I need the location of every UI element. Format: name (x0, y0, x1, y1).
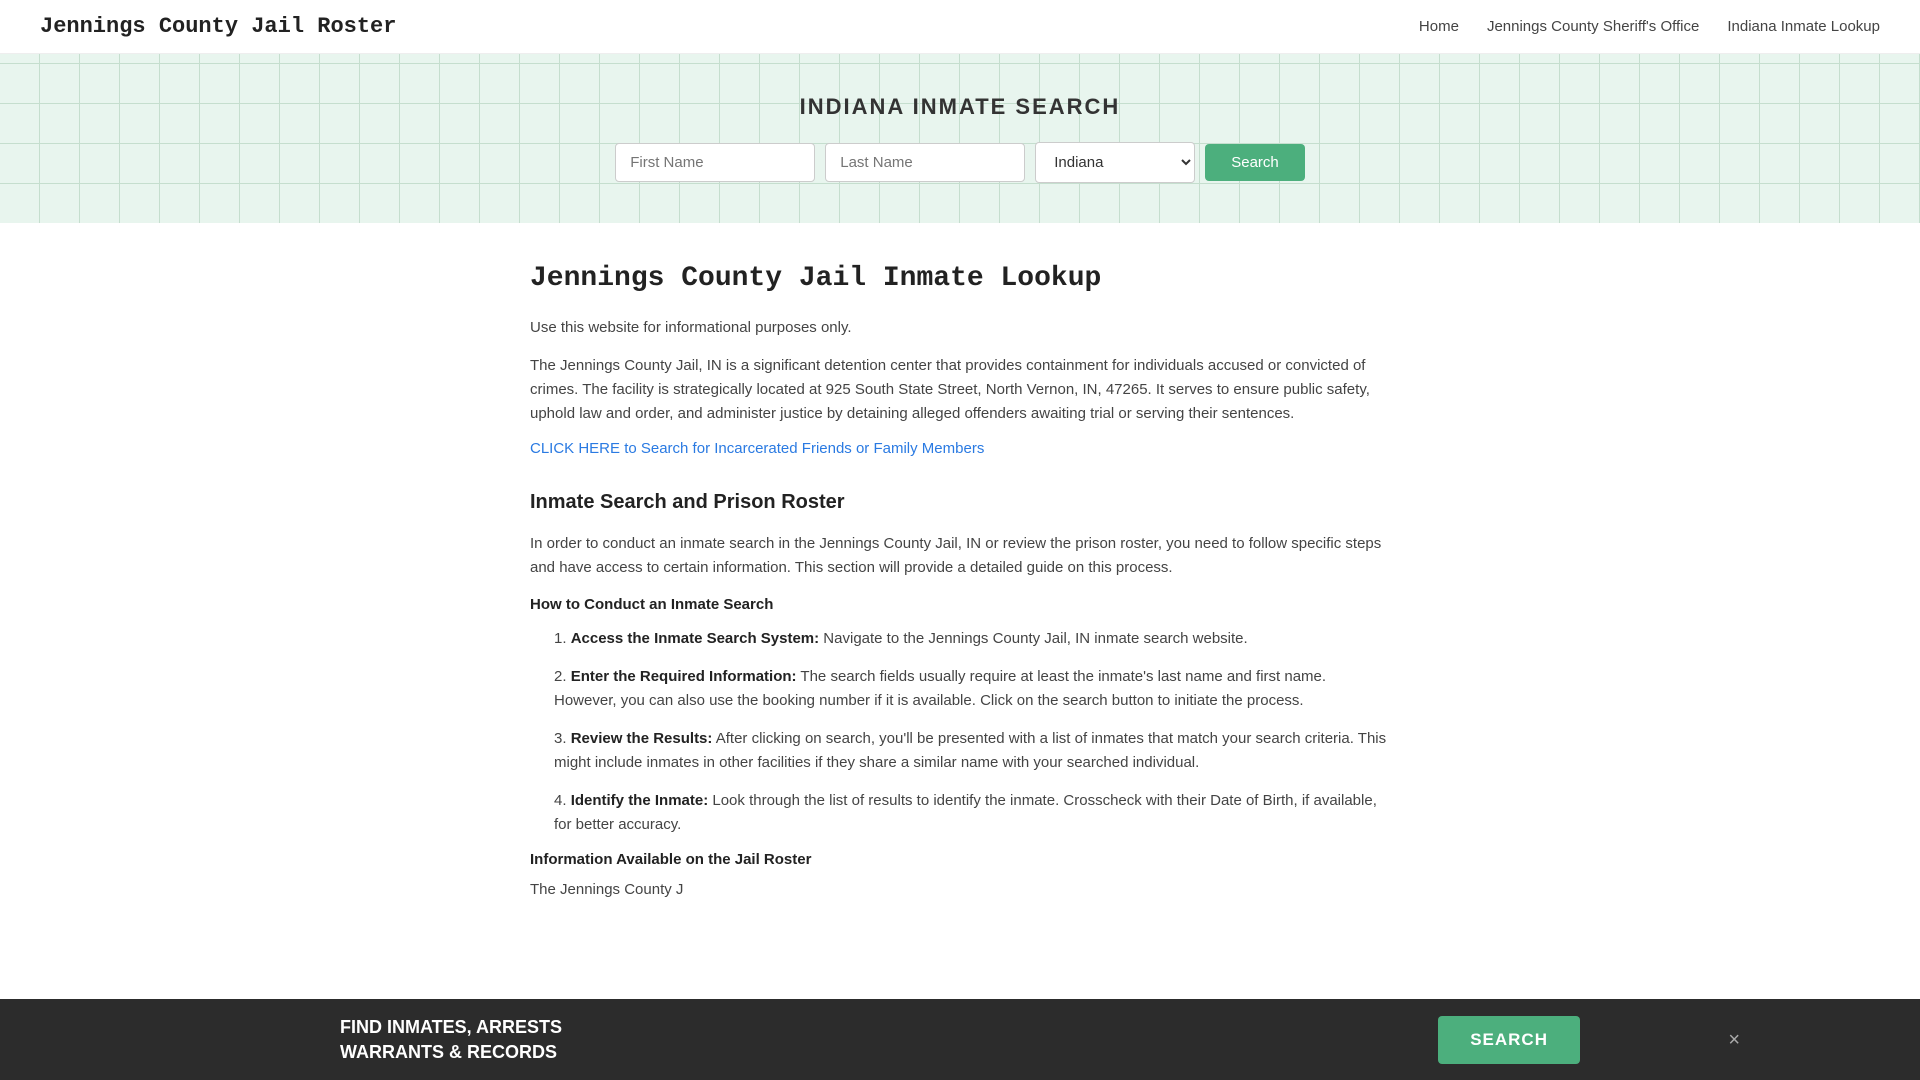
close-banner-button[interactable]: × (1728, 1030, 1740, 1050)
navbar: Jennings County Jail Roster Home Jenning… (0, 0, 1920, 54)
info-paragraph: The Jennings County J (530, 878, 1390, 902)
state-select[interactable]: AlabamaAlaskaArizonaArkansasCaliforniaCo… (1035, 142, 1195, 183)
steps-list: Access the Inmate Search System: Navigat… (550, 627, 1390, 837)
first-name-input[interactable] (615, 143, 815, 182)
bottom-banner-line1: FIND INMATES, ARRESTS (340, 1015, 562, 1039)
section1-paragraph: In order to conduct an inmate search in … (530, 532, 1390, 580)
hero-title: INDIANA INMATE SEARCH (800, 94, 1121, 120)
info-heading: Information Available on the Jail Roster (530, 851, 1390, 868)
last-name-input[interactable] (825, 143, 1025, 182)
section1-heading: Inmate Search and Prison Roster (530, 491, 1390, 514)
site-title[interactable]: Jennings County Jail Roster (40, 14, 396, 39)
step-2: Enter the Required Information: The sear… (550, 665, 1390, 713)
search-button[interactable]: Search (1205, 144, 1305, 181)
main-content: Jennings County Jail Inmate Lookup Use t… (510, 223, 1410, 992)
step-3: Review the Results: After clicking on se… (550, 727, 1390, 775)
page-heading: Jennings County Jail Inmate Lookup (530, 263, 1390, 294)
steps-heading: How to Conduct an Inmate Search (530, 596, 1390, 613)
step-1: Access the Inmate Search System: Navigat… (550, 627, 1390, 651)
incarcerated-search-link[interactable]: CLICK HERE to Search for Incarcerated Fr… (530, 440, 984, 457)
step-4: Identify the Inmate: Look through the li… (550, 789, 1390, 837)
bottom-banner-text: FIND INMATES, ARRESTS WARRANTS & RECORDS (340, 1015, 562, 1064)
step-1-bold: Access the Inmate Search System: (571, 630, 819, 647)
intro-note: Use this website for informational purpo… (530, 316, 1390, 340)
nav-inmate-lookup[interactable]: Indiana Inmate Lookup (1727, 18, 1880, 35)
inmate-search-form: AlabamaAlaskaArizonaArkansasCaliforniaCo… (615, 142, 1305, 183)
nav-links: Home Jennings County Sheriff's Office In… (1419, 18, 1880, 36)
intro-paragraph: The Jennings County Jail, IN is a signif… (530, 354, 1390, 426)
step-1-text: Navigate to the Jennings County Jail, IN… (819, 630, 1248, 647)
step-3-bold: Review the Results: (571, 730, 713, 747)
step-4-bold: Identify the Inmate: (571, 792, 709, 809)
step-2-bold: Enter the Required Information: (571, 668, 797, 685)
bottom-banner-line2: WARRANTS & RECORDS (340, 1040, 562, 1064)
bottom-banner-search-button[interactable]: SEARCH (1438, 1016, 1580, 1064)
hero-banner: INDIANA INMATE SEARCH AlabamaAlaskaArizo… (0, 54, 1920, 223)
nav-sheriffs-office[interactable]: Jennings County Sheriff's Office (1487, 18, 1699, 35)
nav-home[interactable]: Home (1419, 18, 1459, 35)
bottom-banner: FIND INMATES, ARRESTS WARRANTS & RECORDS… (0, 999, 1920, 1080)
